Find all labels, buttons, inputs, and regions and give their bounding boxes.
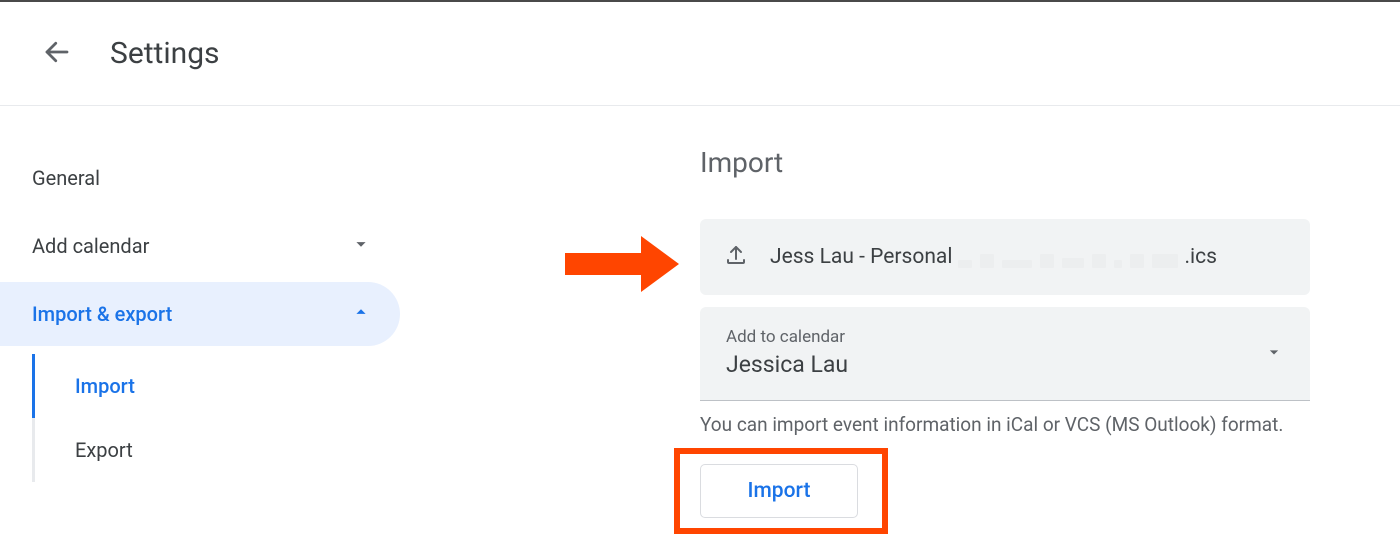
sidebar-item-label: Import <box>75 374 135 398</box>
file-name-suffix: .ics <box>1184 245 1216 269</box>
selected-file-name: Jess Lau - Personal .ics <box>770 245 1217 269</box>
button-label: Import <box>748 479 811 503</box>
sidebar-item-import-export[interactable]: Import & export <box>0 282 400 346</box>
back-arrow-icon[interactable] <box>42 37 72 71</box>
section-title: Import <box>700 146 1400 179</box>
sidebar-sub-export[interactable]: Export <box>32 418 400 482</box>
file-select-row[interactable]: Jess Lau - Personal .ics <box>700 219 1310 295</box>
annotation-highlight-box: Import <box>674 448 888 534</box>
file-name-prefix: Jess Lau - Personal <box>770 245 952 269</box>
caret-down-icon <box>1264 342 1284 366</box>
main-content: Import Jess Lau - Personal <box>400 106 1400 534</box>
sidebar-item-label: Import & export <box>32 302 172 326</box>
sidebar-sub-import[interactable]: Import <box>32 354 400 418</box>
helper-text: You can import event information in iCal… <box>700 413 1400 436</box>
sidebar-item-label: Add calendar <box>32 234 149 258</box>
dropdown-value: Jessica Lau <box>726 351 1286 378</box>
sidebar-item-add-calendar[interactable]: Add calendar <box>0 214 400 278</box>
upload-icon <box>724 243 748 271</box>
sidebar-item-label: General <box>32 166 100 190</box>
settings-sidebar: General Add calendar Import & export Imp… <box>0 106 400 534</box>
sidebar-subgroup-import-export: Import Export <box>0 354 400 482</box>
sidebar-item-label: Export <box>75 438 133 462</box>
chevron-up-icon <box>350 301 372 328</box>
chevron-down-icon <box>350 233 372 260</box>
add-to-calendar-dropdown[interactable]: Add to calendar Jessica Lau <box>700 307 1310 401</box>
import-button[interactable]: Import <box>700 464 858 518</box>
redacted-area <box>958 246 1178 268</box>
dropdown-label: Add to calendar <box>726 327 1286 347</box>
sidebar-item-general[interactable]: General <box>0 146 400 210</box>
page-title: Settings <box>110 36 220 71</box>
settings-header: Settings <box>0 2 1400 106</box>
